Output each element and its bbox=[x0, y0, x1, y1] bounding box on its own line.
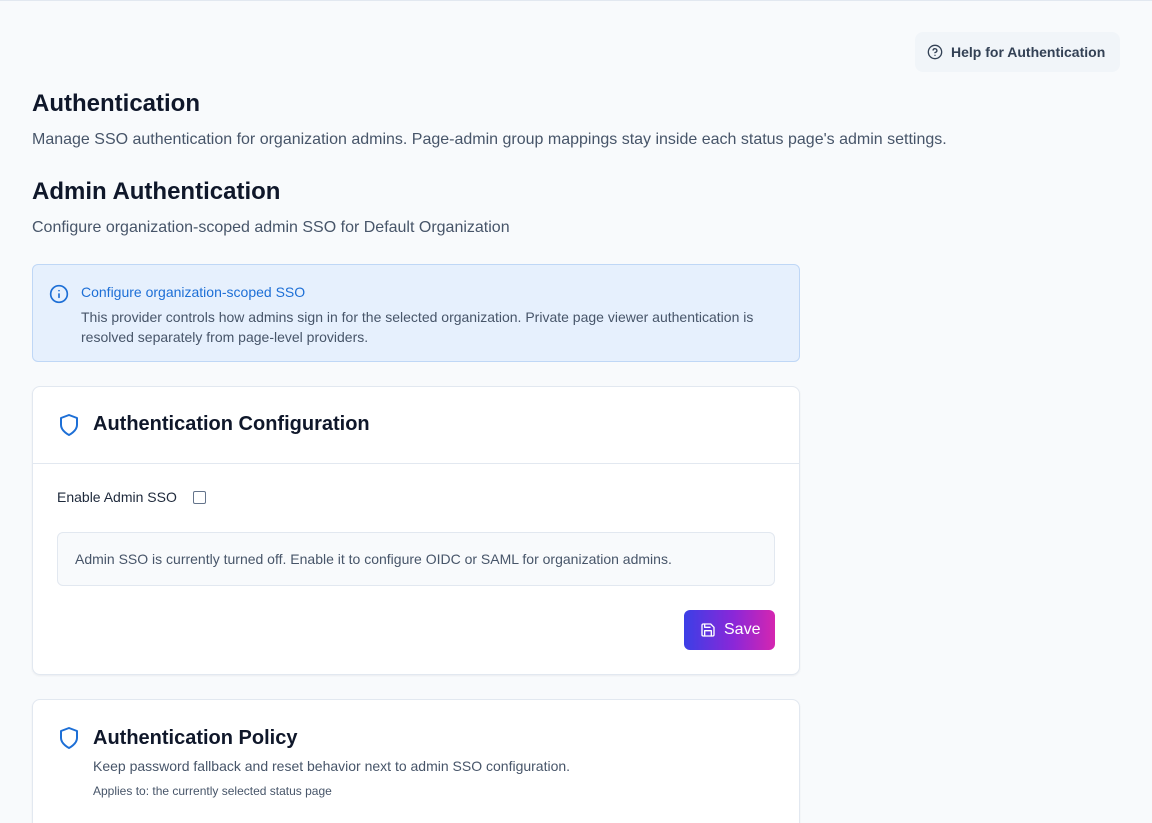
info-callout-title: Configure organization-scoped SSO bbox=[81, 284, 306, 300]
section-subtitle: Configure organization-scoped admin SSO … bbox=[32, 219, 510, 236]
info-callout: Configure organization-scoped SSO This p… bbox=[32, 264, 800, 362]
enable-admin-sso-checkbox[interactable] bbox=[192, 490, 206, 504]
section-title: Admin Authentication bbox=[32, 178, 281, 205]
info-callout-text: This provider controls how admins sign i… bbox=[81, 309, 754, 345]
page-subtitle: Manage SSO authentication for organizati… bbox=[32, 131, 947, 148]
page-title: Authentication bbox=[32, 90, 200, 117]
save-button[interactable]: Save bbox=[684, 610, 775, 650]
help-button[interactable]: Help for Authentication bbox=[915, 32, 1120, 72]
help-circle-icon bbox=[927, 44, 943, 60]
enable-admin-sso-label: Enable Admin SSO bbox=[57, 489, 177, 505]
policy-applies-note: Applies to: the currently selected statu… bbox=[93, 784, 332, 798]
card-title: Authentication Policy bbox=[93, 727, 298, 749]
authentication-configuration-card: Authentication Configuration Enable Admi… bbox=[32, 386, 800, 675]
save-button-label: Save bbox=[724, 621, 761, 638]
info-icon bbox=[49, 284, 69, 304]
shield-icon bbox=[60, 414, 78, 436]
authentication-policy-card: Authentication Policy Keep password fall… bbox=[32, 699, 800, 823]
enable-admin-sso-row: Enable Admin SSO bbox=[57, 489, 206, 505]
authentication-page: Help for Authentication Authentication M… bbox=[0, 0, 1152, 823]
sso-disabled-notice: Admin SSO is currently turned off. Enabl… bbox=[57, 532, 775, 586]
shield-icon bbox=[60, 727, 78, 749]
card-header: Authentication Configuration bbox=[33, 387, 799, 464]
policy-description: Keep password fallback and reset behavio… bbox=[93, 758, 571, 774]
top-divider bbox=[0, 0, 1152, 1]
help-button-label: Help for Authentication bbox=[951, 44, 1106, 60]
save-icon bbox=[701, 623, 715, 637]
card-title: Authentication Configuration bbox=[93, 413, 370, 435]
